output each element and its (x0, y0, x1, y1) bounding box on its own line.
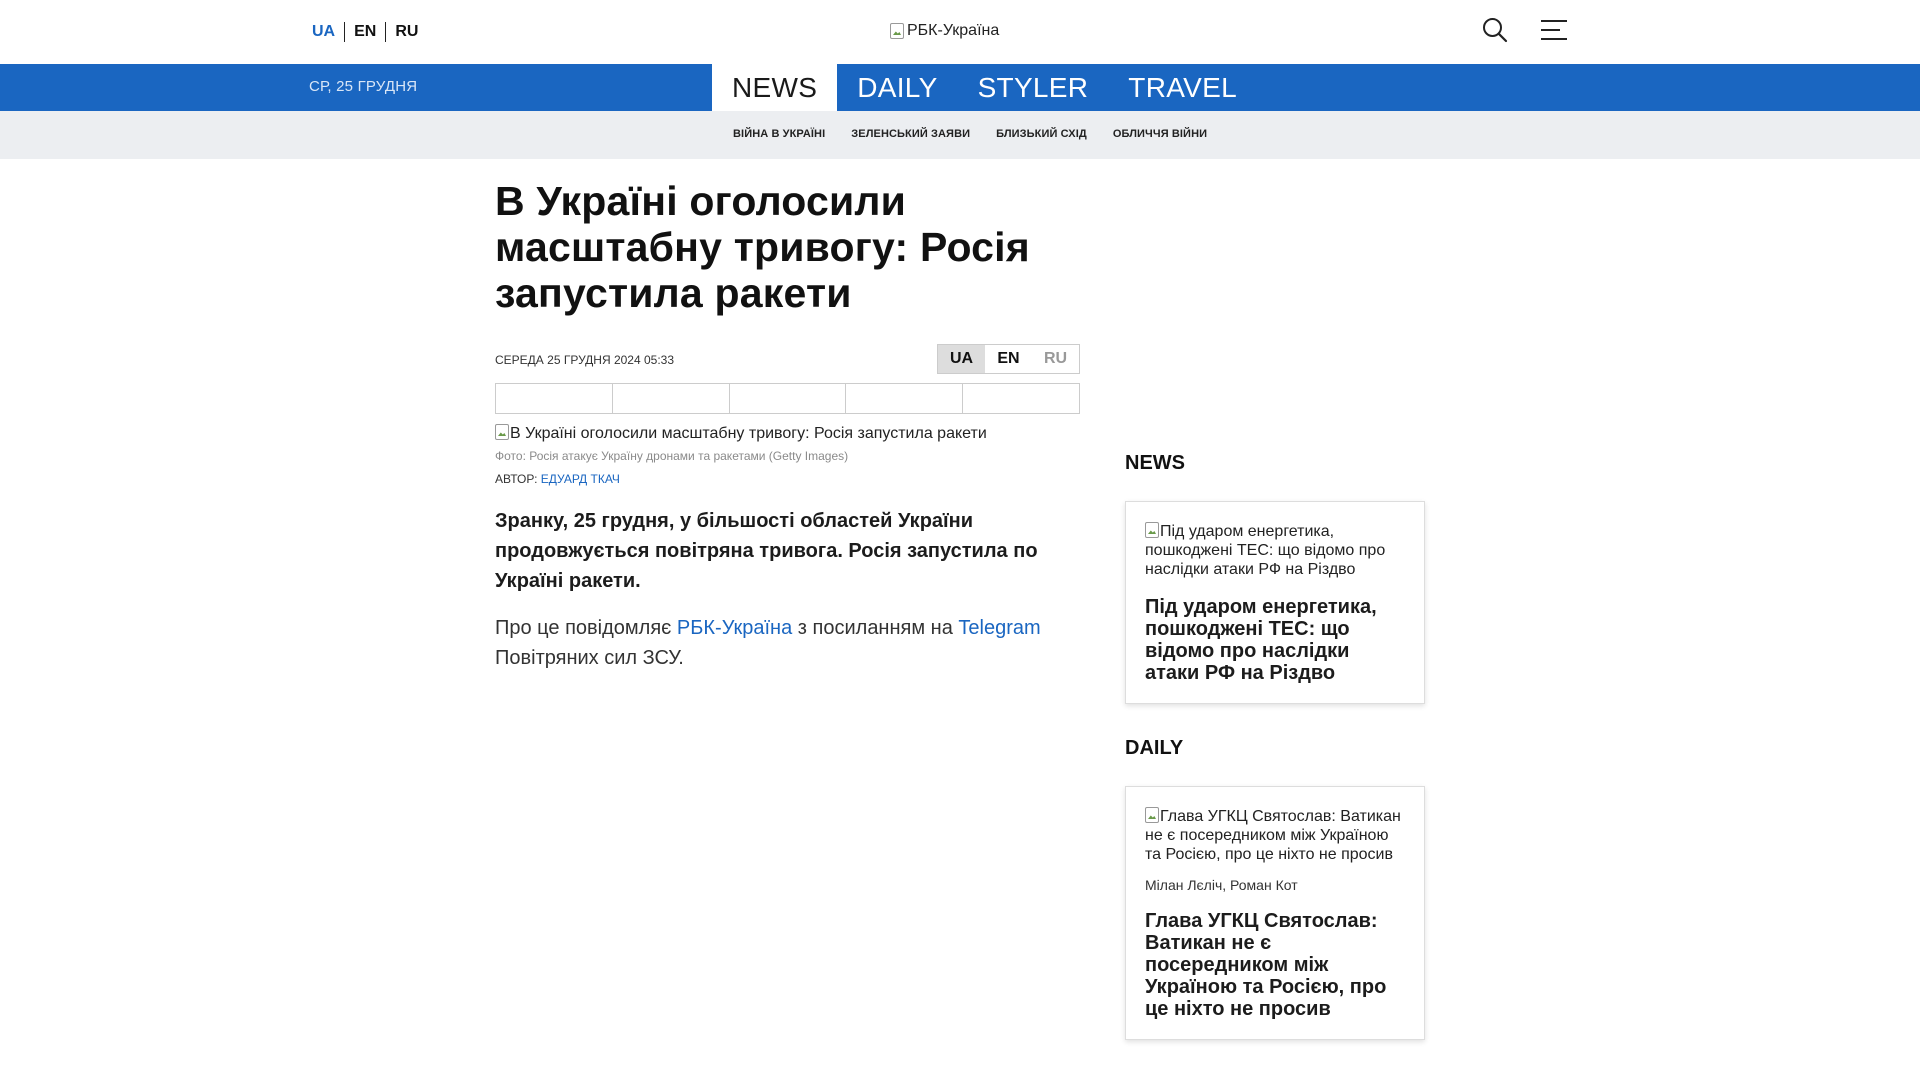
tab-news[interactable]: NEWS (712, 64, 838, 111)
lang-ua-link[interactable]: UA (312, 23, 344, 41)
article-meta: СЕРЕДА 25 ГРУДНЯ 2024 05:33 UA EN RU (495, 344, 1080, 374)
photo-caption: Фото: Росія атакує Україну дронами та ра… (495, 449, 849, 463)
tab-styler[interactable]: STYLER (958, 64, 1109, 111)
article-language-switcher: UA EN RU (937, 344, 1080, 374)
share-bar (495, 383, 1080, 414)
topic-nav: ВІЙНА В УКРАЇНІ ЗЕЛЕНСЬКИЙ ЗАЯВИ БЛИЗЬКИ… (0, 111, 1920, 159)
article-lead: Зранку, 25 грудня, у більшості областей … (495, 510, 1038, 592)
topic-middle-east[interactable]: БЛИЗЬКИЙ СХІД (996, 128, 1087, 140)
search-icon[interactable] (1481, 16, 1509, 44)
tab-daily[interactable]: DAILY (837, 64, 957, 111)
broken-image-icon (1145, 807, 1159, 823)
topic-list: ВІЙНА В УКРАЇНІ ЗЕЛЕНСЬКИЙ ЗАЯВИ БЛИЗЬКИ… (733, 128, 1207, 140)
paragraph-text: Про це повідомляє (495, 617, 677, 639)
share-button[interactable] (730, 384, 847, 413)
share-button[interactable] (613, 384, 730, 413)
paragraph-text: Повітряних сил ЗСУ. (495, 647, 684, 669)
lang-ru-link[interactable]: RU (386, 23, 427, 41)
topic-zelensky-statements[interactable]: ЗЕЛЕНСЬКИЙ ЗАЯВИ (851, 128, 970, 140)
rbc-link[interactable]: РБК-Україна (677, 617, 792, 639)
broken-image-icon (495, 424, 509, 440)
article-lang-en[interactable]: EN (985, 345, 1032, 373)
card-image-alt: Під ударом енергетика, пошкоджені ТЕС: щ… (1145, 523, 1386, 578)
card-image-alt: Глава УГКЦ Святослав: Ватикан не є посер… (1145, 808, 1401, 863)
card-image[interactable]: Глава УГКЦ Святослав: Ватикан не є посер… (1145, 807, 1405, 864)
share-button[interactable] (963, 384, 1079, 413)
sidebar: NEWS Під ударом енергетика, пошкоджені Т… (1125, 452, 1426, 1040)
article-author: АВТОР: ЕДУАРД ТКАЧ (495, 472, 1080, 486)
telegram-link[interactable]: Telegram (958, 617, 1040, 639)
article-lang-ru[interactable]: RU (1032, 345, 1079, 373)
logo-alt-text: РБК-Україна (907, 22, 1000, 39)
section-nav: СР, 25 ГРУДНЯ NEWS DAILY STYLER TRAVEL (0, 64, 1920, 111)
share-button[interactable] (496, 384, 613, 413)
paragraph-text: з посиланням на (792, 617, 959, 639)
broken-image-icon (1145, 522, 1159, 538)
lang-en-link[interactable]: EN (345, 23, 385, 41)
article-lang-ua[interactable]: UA (938, 345, 985, 373)
broken-image-icon (890, 23, 904, 39)
article-paragraph: Про це повідомляє РБК-Україна з посиланн… (495, 613, 1080, 673)
menu-icon[interactable] (1540, 18, 1568, 42)
topic-faces-of-war[interactable]: ОБЛИЧЧЯ ВІЙНИ (1113, 128, 1207, 140)
language-switcher: UA EN RU (312, 22, 427, 42)
news-card[interactable]: Під ударом енергетика, пошкоджені ТЕС: щ… (1125, 501, 1425, 704)
share-button[interactable] (846, 384, 964, 413)
article-photo: В Україні оголосили масштабну тривогу: Р… (495, 424, 1080, 443)
current-date: СР, 25 ГРУДНЯ (309, 78, 418, 95)
tab-travel[interactable]: TRAVEL (1108, 64, 1257, 111)
sidebar-news-heading[interactable]: NEWS (1125, 452, 1426, 475)
site-header: UA EN RU РБК-Україна (0, 0, 1920, 64)
card-title[interactable]: Глава УГКЦ Святослав: Ватикан не є посер… (1145, 910, 1405, 1020)
card-title[interactable]: Під ударом енергетика, пошкоджені ТЕС: щ… (1145, 596, 1405, 684)
site-logo[interactable]: РБК-Україна (890, 22, 999, 40)
article-title: В Україні оголосили масштабну тривогу: Р… (495, 178, 1030, 316)
card-authors: Мілан Лєліч, Роман Кот (1145, 877, 1298, 893)
sidebar-daily-heading[interactable]: DAILY (1125, 737, 1426, 760)
daily-card[interactable]: Глава УГКЦ Святослав: Ватикан не є посер… (1125, 786, 1425, 1040)
publish-date: СЕРЕДА 25 ГРУДНЯ 2024 05:33 (495, 353, 674, 367)
author-label: АВТОР: (495, 472, 538, 486)
photo-alt-text: В Україні оголосили масштабну тривогу: Р… (510, 425, 987, 442)
section-tabs: NEWS DAILY STYLER TRAVEL (712, 64, 1257, 111)
card-image[interactable]: Під ударом енергетика, пошкоджені ТЕС: щ… (1145, 522, 1405, 579)
article: В Україні оголосили масштабну тривогу: Р… (495, 178, 1080, 673)
topic-war-in-ukraine[interactable]: ВІЙНА В УКРАЇНІ (733, 128, 825, 140)
author-link[interactable]: ЕДУАРД ТКАЧ (541, 472, 620, 486)
